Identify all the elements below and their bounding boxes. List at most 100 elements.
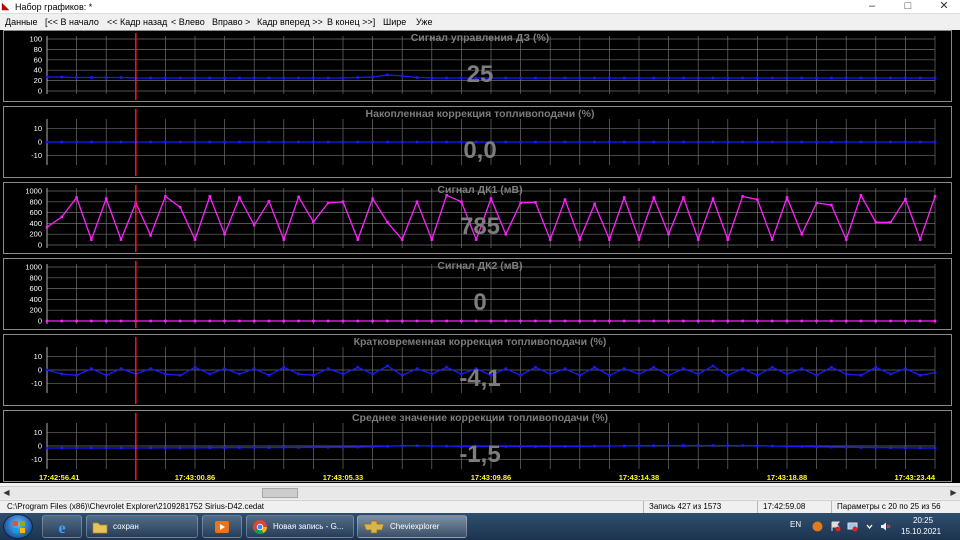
scroll-right-arrow-icon[interactable]: ▶ (947, 487, 960, 499)
data-point (637, 372, 641, 376)
data-point (711, 444, 715, 447)
taskbar-folder[interactable]: сохран (86, 515, 198, 538)
data-point (711, 364, 715, 368)
minimize-button[interactable]: – (860, 0, 884, 14)
taskbar-chrome[interactable]: Новая запись - G... (246, 515, 354, 538)
network-icon[interactable] (847, 521, 858, 532)
data-point (593, 202, 596, 206)
current-value-readout: 0,0 (463, 137, 496, 164)
data-point (889, 76, 892, 80)
maximize-button[interactable]: □ (896, 0, 920, 14)
data-point (60, 140, 64, 144)
start-button[interactable] (3, 514, 33, 539)
close-button[interactable]: ✕ (932, 0, 956, 14)
data-point (918, 140, 922, 144)
y-tick-label: -10 (31, 151, 42, 160)
data-point (770, 319, 774, 323)
data-point (874, 221, 878, 224)
data-point (430, 76, 434, 80)
data-point (741, 319, 744, 323)
data-point (252, 140, 256, 144)
data-point (90, 140, 93, 144)
data-point (563, 140, 567, 144)
menu-go-end[interactable]: В конец >>] (327, 16, 375, 28)
y-tick-label: 1000 (25, 187, 42, 196)
data-point (60, 319, 64, 323)
data-point (726, 444, 730, 447)
hidden-icons-icon[interactable] (864, 521, 875, 532)
menu-frame-back[interactable]: << Кадр назад (107, 16, 167, 28)
data-point (667, 374, 670, 377)
menu-narrower[interactable]: Уже (416, 16, 432, 28)
y-tick-label: 40 (34, 66, 42, 75)
chart-title: Сигнал ДК2 (мВ) (437, 260, 522, 272)
data-point (193, 140, 197, 144)
data-point (238, 446, 241, 449)
data-point (741, 367, 744, 370)
data-point (622, 76, 626, 80)
clock-time[interactable]: 20:25 (913, 516, 933, 526)
menu-right[interactable]: Вправо > (212, 16, 250, 28)
y-tick-label: 0 (38, 442, 42, 451)
app-window: ◣ Набор графиков: * – □ ✕ Данные [<< В н… (0, 0, 960, 540)
taskbar-media-player[interactable] (202, 515, 242, 538)
data-point (267, 446, 271, 449)
data-point (608, 374, 611, 377)
data-point (726, 140, 730, 144)
data-point (75, 76, 78, 79)
y-tick-label: 800 (29, 273, 42, 282)
y-tick-label: 10 (34, 124, 42, 133)
data-point (223, 446, 226, 449)
data-point (267, 319, 271, 323)
data-point (933, 76, 937, 80)
data-point (667, 232, 670, 236)
taskbar-cheviexplorer[interactable]: Cheviexplorer (357, 515, 467, 538)
action-center-flag-icon[interactable] (830, 521, 841, 532)
scroll-left-arrow-icon[interactable]: ◀ (0, 487, 13, 499)
data-point (430, 140, 434, 144)
data-point (830, 319, 833, 323)
data-point (252, 223, 256, 227)
y-tick-label: -10 (31, 379, 42, 388)
data-point (918, 446, 922, 450)
speaker-muted-icon[interactable] (880, 521, 891, 532)
data-point (252, 76, 256, 80)
data-point (400, 444, 404, 447)
menu-left[interactable]: < Влево (171, 16, 205, 28)
menu-data[interactable]: Данные (5, 16, 38, 28)
data-point (682, 76, 685, 80)
chart-title: Кратковременная коррекция топливоподачи … (354, 336, 607, 348)
taskbar-label: Новая запись - G... (273, 522, 344, 531)
charts-svg: 100806040200Сигнал управления ДЗ (%)2510… (25, 32, 937, 482)
data-point (356, 366, 360, 369)
title-bar[interactable]: ◣ Набор графиков: * – □ ✕ (0, 0, 960, 14)
data-point (800, 76, 804, 80)
data-point (119, 446, 123, 450)
data-point (696, 76, 700, 80)
chart-area[interactable]: 100 80 60 40 20 0 Сигнал управления ДЗ (%) 25 10… (0, 30, 960, 483)
y-tick-label: 0 (38, 241, 42, 250)
data-point (548, 76, 552, 80)
data-point (800, 140, 804, 144)
menu-wider[interactable]: Шире (383, 16, 406, 28)
data-point (815, 140, 818, 144)
data-point (770, 366, 774, 369)
data-point (578, 76, 582, 80)
language-indicator[interactable]: EN (790, 520, 801, 530)
menu-frame-forward[interactable]: Кадр вперед >> (257, 16, 323, 28)
data-point (696, 444, 700, 447)
clock-date[interactable]: 15.10.2021 (901, 527, 941, 537)
data-point (75, 140, 78, 144)
scroll-thumb[interactable] (262, 488, 298, 498)
taskbar-ie[interactable]: e (42, 515, 82, 538)
tray-app-icon[interactable] (812, 521, 823, 532)
data-point (341, 319, 345, 323)
data-point (593, 319, 596, 323)
horizontal-scrollbar[interactable]: ◀ ▶ (0, 486, 960, 499)
data-point (622, 367, 626, 370)
data-point (726, 374, 730, 377)
menu-go-start[interactable]: [<< В начало (45, 16, 99, 28)
data-point (104, 76, 108, 79)
data-point (637, 444, 641, 447)
data-point (711, 319, 715, 323)
